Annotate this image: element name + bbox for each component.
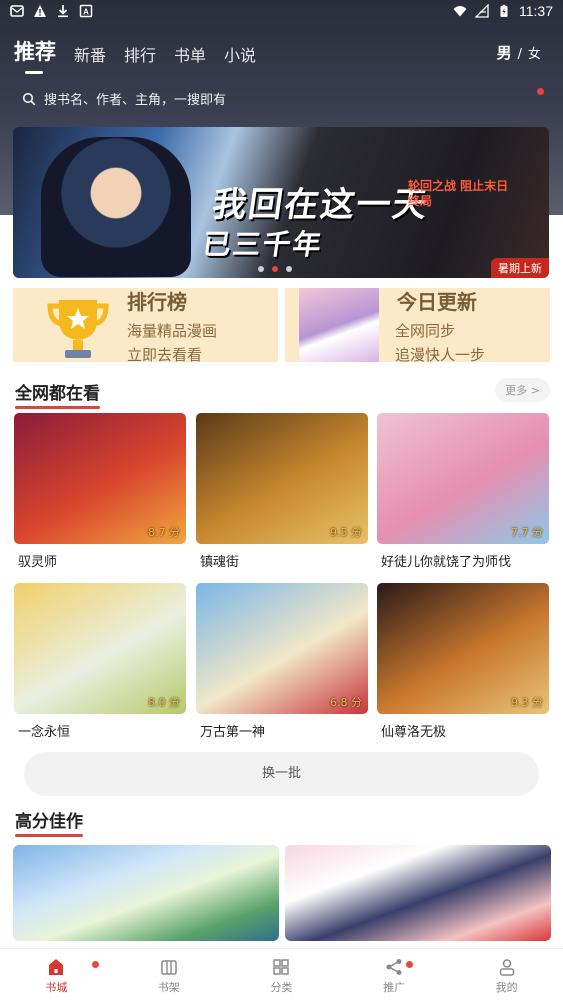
carousel-dot <box>286 266 292 272</box>
comic-title[interactable]: 镇魂街 <box>196 551 368 570</box>
svg-text:A: A <box>83 8 89 17</box>
nav-label: 我的 <box>495 980 518 994</box>
status-bar: A 11:37 <box>0 0 563 24</box>
nav-category[interactable]: 分类 <box>225 949 338 1002</box>
download-icon <box>58 5 68 18</box>
today-update-line2: 追漫快人一步 <box>395 346 486 362</box>
gender-female[interactable]: 女 <box>528 43 541 62</box>
nav-label: 推广 <box>383 980 406 994</box>
comic-card[interactable]: 9.5 分镇魂街 <box>196 413 368 570</box>
search-placeholder: 搜书名、作者、主角，一搜即有 <box>44 93 227 108</box>
comic-title[interactable]: 一念永恒 <box>14 721 186 740</box>
comic-score: 8.7 分 <box>148 526 180 539</box>
comic-cover[interactable]: 9.5 分 <box>196 413 368 544</box>
comic-title[interactable]: 仙尊洛无极 <box>377 721 549 740</box>
warning-icon <box>34 5 46 17</box>
clock: 11:37 <box>519 3 553 19</box>
notification-dot <box>537 88 544 95</box>
comic-score: 9.5 分 <box>330 526 362 539</box>
nav-bookstore[interactable]: 书城 <box>0 949 113 1002</box>
search-bar[interactable]: 搜书名、作者、主角，一搜即有 <box>22 89 226 108</box>
comic-cover[interactable]: 8.0 分 <box>14 583 186 714</box>
home-icon <box>49 958 64 975</box>
banner-tag: 暑期上新 <box>491 258 549 278</box>
ranking-promo-title: 排行榜 <box>127 290 187 314</box>
top-rated-card[interactable] <box>285 845 551 941</box>
gender-switch[interactable]: 男 / 女 <box>497 42 541 63</box>
bottom-navigation: 书城 书架 分类 推广 我的 <box>0 948 563 1002</box>
nav-badge-dot <box>92 961 99 968</box>
section-title-hot: 全网都在看 <box>15 379 100 409</box>
nav-label: 分类 <box>270 980 293 994</box>
nav-bookshelf[interactable]: 书架 <box>113 949 226 1002</box>
comic-card[interactable]: 8.7 分驭灵师 <box>14 413 186 570</box>
ranking-promo-line2: 立即去看看 <box>127 346 203 362</box>
section-title-top-rated: 高分佳作 <box>15 807 83 837</box>
battery-charging-icon <box>500 4 508 17</box>
nav-promote[interactable]: 推广 <box>338 949 451 1002</box>
top-tab-bar: 推荐 新番 排行 书单 小说 <box>14 36 256 74</box>
wifi-icon <box>453 6 467 17</box>
comic-cover[interactable]: 6.8 分 <box>196 583 368 714</box>
bookshelf-icon <box>161 959 177 975</box>
mail-icon <box>10 5 24 17</box>
trophy-icon <box>47 300 109 358</box>
app-notification-icon: A <box>79 4 93 18</box>
tab-recommend[interactable]: 推荐 <box>14 36 56 74</box>
tab-novel[interactable]: 小说 <box>224 42 256 66</box>
nav-badge-dot <box>405 961 413 968</box>
banner-title-line1: 我回在这一天 <box>209 185 432 225</box>
search-icon <box>22 92 36 105</box>
ranking-promo-line1: 海量精品漫画 <box>127 322 218 340</box>
category-icon <box>273 958 290 975</box>
app-screen: A 11:37 推荐 新番 排行 书单 小说 男 / 女 搜书名、作者、主角，一… <box>0 0 563 1002</box>
comic-score: 9.3 分 <box>511 696 543 709</box>
more-button[interactable]: 更多 > <box>495 378 550 402</box>
comic-card[interactable]: 8.0 分一念永恒 <box>14 583 186 740</box>
comic-card[interactable]: 9.3 分仙尊洛无极 <box>377 583 549 740</box>
nav-label: 书城 <box>45 980 68 994</box>
today-update-promo-card[interactable]: 今日更新 全网同步 追漫快人一步 <box>285 288 550 362</box>
comic-score: 7.7 分 <box>511 526 543 539</box>
no-signal-icon <box>475 4 489 18</box>
comic-score: 8.0 分 <box>148 696 180 709</box>
banner-subtitle: 轮回之战 阻止末日终局 <box>408 179 509 208</box>
comic-card[interactable]: 7.7 分好徒儿你就饶了为师伐 <box>377 413 549 570</box>
ranking-promo-card[interactable]: 排行榜 海量精品漫画 立即去看看 <box>13 288 278 362</box>
comic-title[interactable]: 驭灵师 <box>14 551 186 570</box>
comic-score: 6.8 分 <box>330 696 362 709</box>
profile-icon <box>499 958 514 976</box>
comic-title[interactable]: 好徒儿你就饶了为师伐 <box>377 551 549 570</box>
top-rated-card[interactable] <box>13 845 279 941</box>
comic-cover[interactable]: 7.7 分 <box>377 413 549 544</box>
nav-profile[interactable]: 我的 <box>450 949 563 1002</box>
nav-label: 书架 <box>157 980 180 994</box>
carousel-indicator <box>258 266 292 272</box>
gender-male[interactable]: 男 <box>497 42 512 63</box>
tab-booklist[interactable]: 书单 <box>174 42 206 66</box>
refresh-batch-button[interactable]: 换一批 <box>24 752 539 796</box>
tab-new[interactable]: 新番 <box>74 42 106 66</box>
carousel-dot <box>258 266 264 272</box>
today-update-title: 今日更新 <box>397 290 477 314</box>
gender-separator: / <box>517 47 522 62</box>
today-update-line1: 全网同步 <box>395 322 456 340</box>
comic-title[interactable]: 万古第一神 <box>196 721 368 740</box>
share-icon <box>386 958 402 975</box>
banner-character-art <box>41 137 191 277</box>
comic-cover[interactable]: 9.3 分 <box>377 583 549 714</box>
promo-art-image <box>299 288 379 362</box>
comic-card[interactable]: 6.8 分万古第一神 <box>196 583 368 740</box>
banner-title-line2: 已三千年 <box>200 228 326 261</box>
tab-ranking[interactable]: 排行 <box>124 42 156 66</box>
comic-cover[interactable]: 8.7 分 <box>14 413 186 544</box>
carousel-dot-active <box>272 266 278 272</box>
banner-carousel[interactable]: 我回在这一天 已三千年 轮回之战 阻止末日终局 暑期上新 <box>13 127 549 278</box>
